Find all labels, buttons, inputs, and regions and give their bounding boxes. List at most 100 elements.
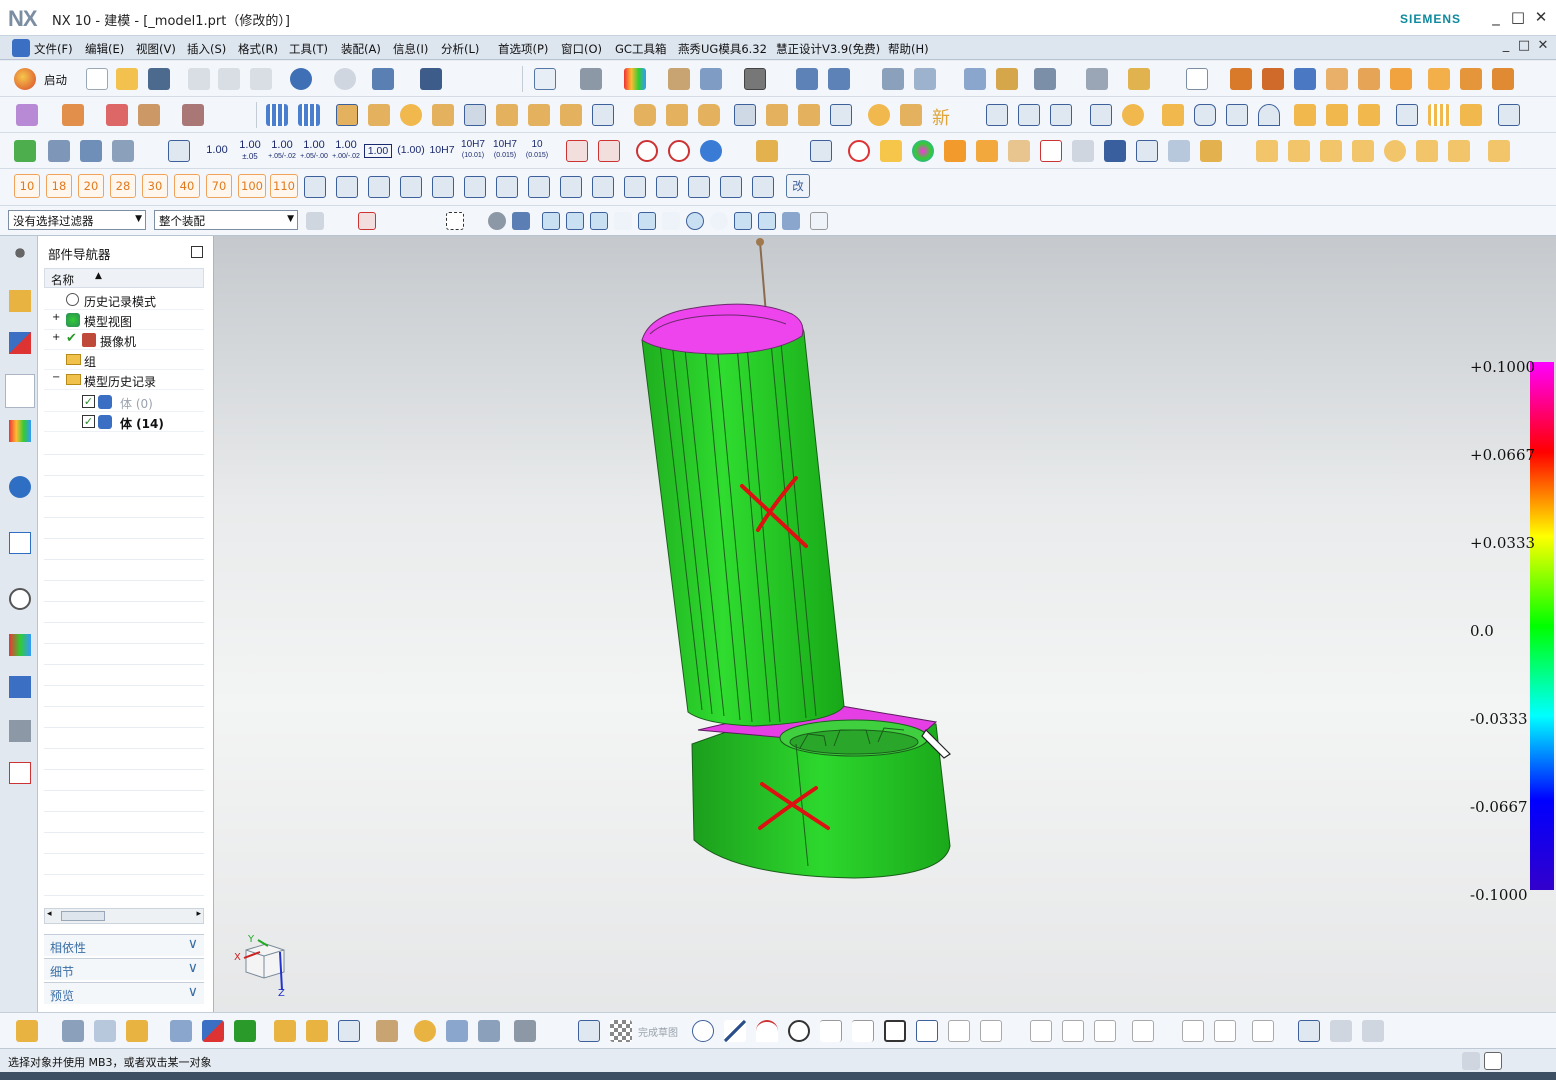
mold-insert-icon[interactable] bbox=[1326, 68, 1348, 90]
info-window-icon[interactable] bbox=[420, 68, 442, 90]
pattern-icon[interactable] bbox=[266, 104, 288, 126]
edit-button[interactable]: 改 bbox=[786, 174, 810, 198]
dimension-h-icon[interactable] bbox=[986, 104, 1008, 126]
collapse-icon[interactable]: − bbox=[52, 372, 60, 383]
scope-dropdown[interactable]: 整个装配 ▼ bbox=[154, 210, 298, 230]
gear-icon[interactable] bbox=[9, 242, 31, 264]
mold-plate-icon[interactable] bbox=[1262, 68, 1284, 90]
shape-7-icon[interactable] bbox=[1448, 140, 1470, 162]
menu-huizheng-design[interactable]: 慧正设计V3.9(免费) bbox=[776, 41, 880, 57]
update-icon[interactable] bbox=[514, 1020, 536, 1042]
check-icon[interactable] bbox=[14, 140, 36, 162]
arrow-up-icon[interactable] bbox=[900, 104, 922, 126]
size-10-button[interactable]: 10 bbox=[14, 174, 40, 198]
shape-1-icon[interactable] bbox=[1256, 140, 1278, 162]
type-filter-dropdown[interactable]: 没有选择过滤器 ▼ bbox=[8, 210, 146, 230]
reattach-icon[interactable] bbox=[170, 1020, 192, 1042]
trim-icon[interactable] bbox=[1030, 1020, 1052, 1042]
profile-3-icon[interactable] bbox=[1226, 104, 1248, 126]
section-12-icon[interactable] bbox=[656, 176, 678, 198]
guide-pillar-icon[interactable] bbox=[666, 104, 688, 126]
standard-part-icon[interactable] bbox=[336, 104, 358, 126]
profile-7-icon[interactable] bbox=[1358, 104, 1380, 126]
constraint-navigator-icon[interactable] bbox=[9, 332, 31, 354]
menu-format[interactable]: 格式(R) bbox=[238, 41, 278, 57]
paste-icon[interactable] bbox=[250, 68, 272, 90]
fit-view-icon[interactable] bbox=[534, 68, 556, 90]
section-13-icon[interactable] bbox=[688, 176, 710, 198]
sketch-task-icon[interactable] bbox=[62, 1020, 84, 1042]
menu-file[interactable]: 文件(F) bbox=[34, 41, 73, 57]
dim-5[interactable]: 1.00 bbox=[330, 140, 362, 151]
gear-icon[interactable] bbox=[868, 104, 890, 126]
delete-face-icon[interactable] bbox=[106, 104, 128, 126]
process-studio-icon[interactable] bbox=[9, 676, 31, 698]
menu-help[interactable]: 帮助(H) bbox=[888, 41, 929, 57]
tree-node-history-mode[interactable]: 历史记录模式 bbox=[44, 290, 204, 310]
dim-8-fit[interactable]: 10H7 bbox=[428, 145, 456, 156]
pattern-move-icon[interactable] bbox=[298, 104, 320, 126]
section-7-icon[interactable] bbox=[496, 176, 518, 198]
shape-6-icon[interactable] bbox=[1416, 140, 1438, 162]
shape-2-icon[interactable] bbox=[1288, 140, 1310, 162]
menu-yanxiu-mold[interactable]: 燕秀UG模具6.32 bbox=[678, 41, 767, 57]
menu-analysis[interactable]: 分析(L) bbox=[441, 41, 479, 57]
extrude-icon[interactable] bbox=[446, 1020, 468, 1042]
polygon-icon[interactable] bbox=[916, 1020, 938, 1042]
link-icon[interactable] bbox=[414, 1020, 436, 1042]
profile-5-icon[interactable] bbox=[1294, 104, 1316, 126]
roughness-icon[interactable] bbox=[566, 140, 588, 162]
dim-2[interactable]: 1.00 bbox=[234, 140, 266, 151]
open-folder-icon[interactable] bbox=[116, 68, 138, 90]
shape-8-icon[interactable] bbox=[1488, 140, 1510, 162]
dimension-sketch-icon[interactable] bbox=[1182, 1020, 1204, 1042]
coordinate-icon[interactable] bbox=[1136, 140, 1158, 162]
size-40-button[interactable]: 40 bbox=[174, 174, 200, 198]
clamp-icon[interactable] bbox=[766, 104, 788, 126]
transform-icon[interactable] bbox=[1034, 68, 1056, 90]
offset-curve-icon[interactable] bbox=[306, 1020, 328, 1042]
rectangle-icon[interactable] bbox=[884, 1020, 906, 1042]
intersection-icon[interactable] bbox=[638, 212, 656, 230]
sync-modeling-icon[interactable] bbox=[62, 104, 84, 126]
dim-9-fit[interactable]: 10H7 bbox=[458, 140, 488, 150]
size-20-button[interactable]: 20 bbox=[78, 174, 104, 198]
system-scene-icon[interactable] bbox=[9, 762, 31, 784]
weld-icon[interactable] bbox=[1050, 104, 1072, 126]
pattern-curve-icon[interactable] bbox=[274, 1020, 296, 1042]
size-100-button[interactable]: 100 bbox=[238, 174, 266, 198]
line-icon[interactable] bbox=[724, 1020, 746, 1042]
snap-point-icon[interactable] bbox=[542, 212, 560, 230]
body-select-icon[interactable] bbox=[488, 212, 506, 230]
section-14-icon[interactable] bbox=[720, 176, 742, 198]
curve-point-icon[interactable] bbox=[614, 212, 632, 230]
hash-grid-icon[interactable] bbox=[1428, 104, 1450, 126]
components-icon[interactable] bbox=[1200, 140, 1222, 162]
dim-10-fit[interactable]: 10H7 bbox=[490, 140, 520, 150]
bolt-icon[interactable] bbox=[798, 104, 820, 126]
face-select-icon[interactable] bbox=[512, 212, 530, 230]
mold-cavity-icon[interactable] bbox=[1294, 68, 1316, 90]
doc-minimize-button[interactable]: _ bbox=[1496, 38, 1516, 58]
mold-slider-icon[interactable] bbox=[1358, 68, 1380, 90]
size-28-button[interactable]: 28 bbox=[110, 174, 136, 198]
shape-5-icon[interactable] bbox=[1384, 140, 1406, 162]
mold-base-icon[interactable] bbox=[1230, 68, 1252, 90]
round-plate-icon[interactable] bbox=[400, 104, 422, 126]
finish-sketch-flag-icon[interactable] bbox=[610, 1020, 632, 1042]
pin-point-icon[interactable] bbox=[1122, 104, 1144, 126]
grid-icon[interactable] bbox=[810, 212, 828, 230]
menu-preferences[interactable]: 首选项(P) bbox=[498, 41, 548, 57]
mid-point-icon[interactable] bbox=[590, 212, 608, 230]
return-icon[interactable] bbox=[700, 140, 722, 162]
background-icon[interactable] bbox=[744, 68, 766, 90]
measure-body-icon[interactable] bbox=[1168, 140, 1190, 162]
tree-node-groups[interactable]: 组 bbox=[44, 350, 204, 370]
scroll-right-icon[interactable]: ▸ bbox=[196, 909, 201, 919]
section-15-icon[interactable] bbox=[752, 176, 774, 198]
layer-icon[interactable] bbox=[882, 68, 904, 90]
point-on-curve-icon[interactable] bbox=[758, 212, 776, 230]
box-icon[interactable] bbox=[944, 140, 966, 162]
parts-list-icon[interactable] bbox=[80, 140, 102, 162]
geometric-constraint-icon[interactable] bbox=[1132, 1020, 1154, 1042]
